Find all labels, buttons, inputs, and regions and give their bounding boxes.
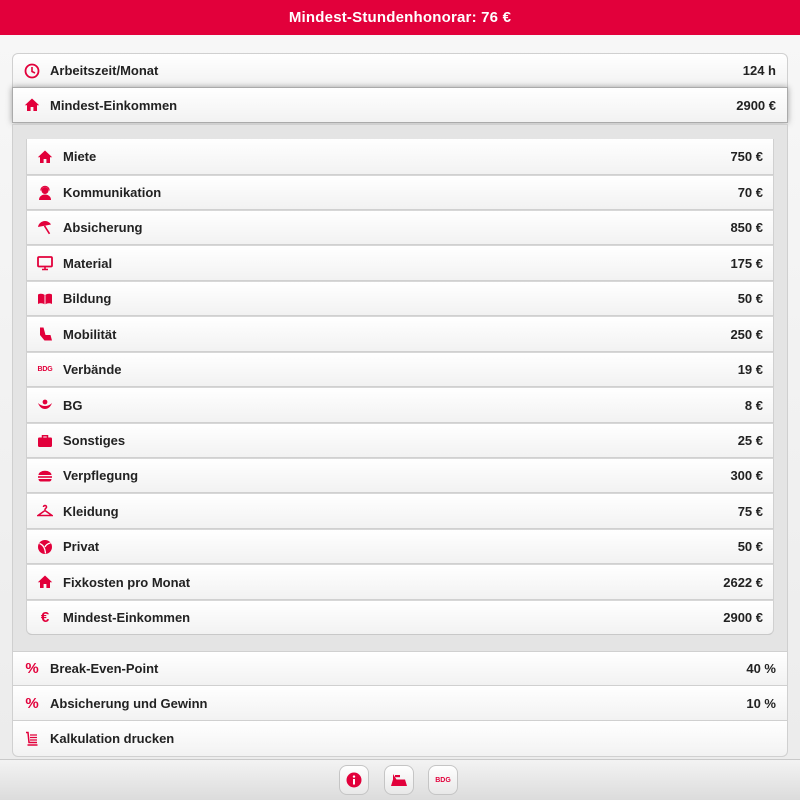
row-label: Miete	[63, 149, 97, 164]
book-icon	[37, 291, 53, 307]
row-value: 2622 €	[723, 574, 763, 590]
row-value: 300 €	[730, 468, 763, 483]
list-item-mindest-einkommen[interactable]: € Mindest-Einkommen 2900 €	[26, 600, 774, 635]
row-value: 40 %	[746, 661, 776, 676]
list-item-kommunikation[interactable]: Kommunikation 70 €	[26, 175, 774, 210]
list-item-bg[interactable]: BG 8 €	[26, 387, 774, 423]
row-value: 750 €	[730, 149, 763, 164]
row-value: 2900 €	[736, 97, 776, 113]
percent-icon: %	[25, 660, 39, 677]
row-label: Mindest-Einkommen	[63, 610, 191, 625]
row-kalkulation-drucken[interactable]: Kalkulation drucken	[12, 721, 788, 757]
house-icon	[24, 97, 40, 113]
calculator-button[interactable]	[384, 765, 414, 795]
clock-icon	[24, 63, 40, 79]
list-item-sonstiges[interactable]: Sonstiges 25 €	[26, 423, 774, 458]
row-value: 50 €	[737, 291, 763, 306]
row-label: Arbeitszeit/Monat	[50, 63, 159, 78]
info-button[interactable]	[339, 765, 369, 795]
row-label: Bildung	[63, 291, 112, 306]
list-item-verpflegung[interactable]: Verpflegung 300 €	[26, 458, 774, 493]
person-headset-icon	[37, 185, 53, 201]
briefcase-icon	[37, 433, 53, 449]
hanger-icon	[37, 503, 53, 519]
row-value: 70 €	[737, 185, 763, 200]
info-icon	[346, 772, 362, 788]
row-label: Fixkosten pro Monat	[63, 574, 191, 590]
list-item-miete[interactable]: Miete 750 €	[26, 139, 774, 175]
list-item-mobilitaet[interactable]: Mobilität 250 €	[26, 316, 774, 352]
list-item-absicherung[interactable]: Absicherung 850 €	[26, 210, 774, 245]
row-value: 19 €	[737, 362, 763, 377]
burger-icon	[37, 468, 53, 484]
row-value: 50 €	[737, 539, 763, 554]
row-label: Absicherung und Gewinn	[50, 695, 208, 711]
row-label: Verpflegung	[63, 468, 139, 483]
list-item-fixkosten[interactable]: Fixkosten pro Monat 2622 €	[26, 564, 774, 600]
list-item-privat[interactable]: Privat 50 €	[26, 529, 774, 564]
euro-icon: €	[40, 609, 50, 626]
row-label: BG	[63, 397, 83, 413]
row-value: 10 %	[746, 695, 776, 711]
row-label: Kalkulation drucken	[50, 731, 175, 746]
list-item-bildung[interactable]: Bildung 50 €	[26, 281, 774, 316]
row-label: Break-Even-Point	[50, 661, 159, 676]
bottom-toolbar: BDG	[0, 759, 800, 800]
row-label: Material	[63, 255, 113, 271]
row-arbeitszeit[interactable]: Arbeitszeit/Monat 124 h	[12, 53, 788, 88]
house-icon	[37, 574, 53, 590]
monitor-icon	[37, 255, 53, 271]
beach-ball-icon	[37, 539, 53, 555]
row-value: 25 €	[737, 433, 763, 448]
cash-register-icon	[390, 772, 408, 788]
row-label: Verbände	[63, 362, 122, 377]
page-title: Mindest-Stundenhonorar: 76 €	[288, 9, 512, 26]
row-label: Kleidung	[63, 503, 119, 519]
row-label: Privat	[63, 539, 100, 554]
bdg-logo-icon: BDG	[435, 776, 451, 784]
title-bar: Mindest-Stundenhonorar: 76 €	[0, 0, 800, 35]
percent-icon: %	[25, 694, 39, 712]
hands-icon	[37, 397, 53, 413]
car-seat-icon	[37, 326, 53, 342]
row-label: Absicherung	[63, 220, 143, 235]
row-value: 2900 €	[723, 610, 763, 625]
row-break-even-point[interactable]: % Break-Even-Point 40 %	[12, 651, 788, 686]
row-value: 124 h	[742, 63, 776, 78]
list-item-kleidung[interactable]: Kleidung 75 €	[26, 493, 774, 529]
row-mindest-einkommen[interactable]: Mindest-Einkommen 2900 €	[12, 87, 788, 123]
umbrella-icon	[37, 220, 53, 236]
bdg-button[interactable]: BDG	[428, 765, 458, 795]
bdg-logo-icon: BDG	[37, 366, 53, 373]
row-label: Mobilität	[63, 326, 117, 342]
row-label: Mindest-Einkommen	[50, 97, 178, 113]
row-value: 850 €	[730, 220, 763, 235]
row-value: 250 €	[730, 326, 763, 342]
list-item-material[interactable]: Material 175 €	[26, 245, 774, 281]
row-value: 8 €	[744, 397, 763, 413]
row-value: 75 €	[737, 503, 763, 519]
row-label: Sonstiges	[63, 433, 126, 448]
list-item-verbaende[interactable]: BDG Verbände 19 €	[26, 352, 774, 387]
row-label: Kommunikation	[63, 185, 162, 200]
print-list-icon	[24, 731, 40, 747]
house-icon	[37, 149, 53, 165]
row-absicherung-und-gewinn[interactable]: % Absicherung und Gewinn 10 %	[12, 686, 788, 721]
row-value: 175 €	[730, 255, 763, 271]
